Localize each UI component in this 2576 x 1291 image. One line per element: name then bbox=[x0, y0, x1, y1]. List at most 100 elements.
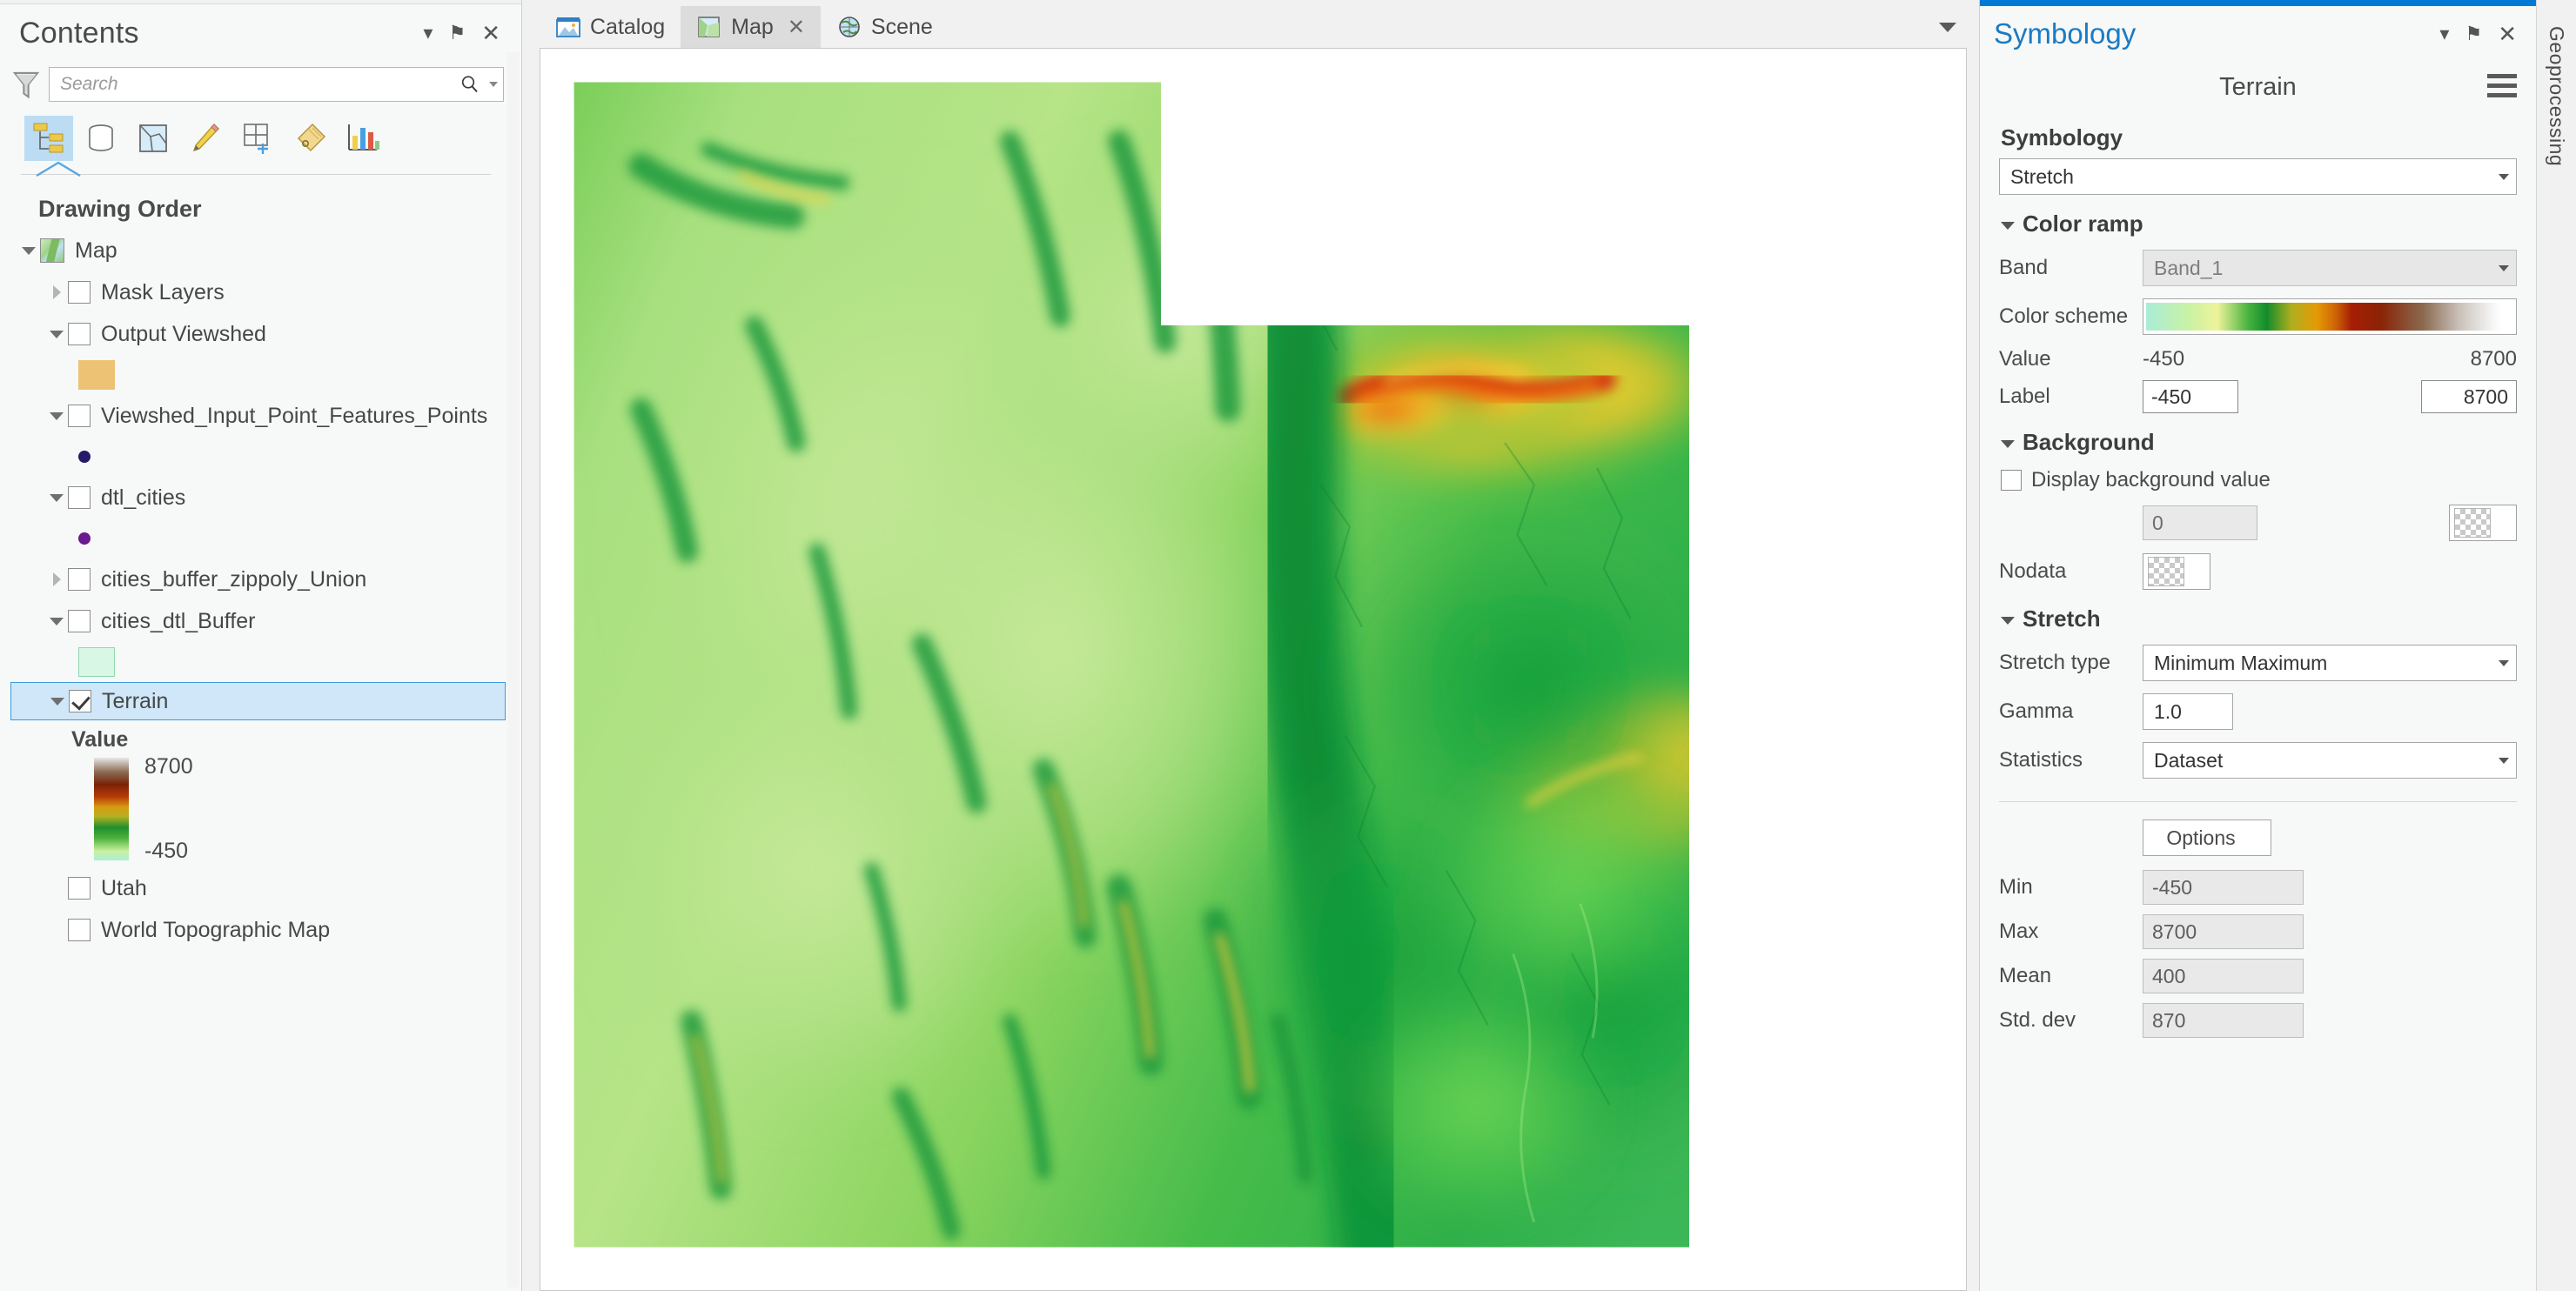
search-box[interactable] bbox=[49, 67, 504, 102]
symbology-menu-caret-icon[interactable]: ▾ bbox=[2439, 24, 2449, 43]
checkbox-terrain[interactable] bbox=[69, 690, 91, 712]
nodata-label: Nodata bbox=[1999, 559, 2067, 583]
nodata-color-picker[interactable] bbox=[2143, 553, 2210, 590]
toc-item-world-topographic-map[interactable]: World Topographic Map bbox=[10, 909, 521, 951]
expander-mask-layers[interactable] bbox=[45, 285, 68, 299]
stretch-section-header[interactable]: Stretch bbox=[2001, 605, 2517, 632]
symbology-accent-bar bbox=[1980, 0, 2536, 6]
terrain-raster-canvas[interactable] bbox=[540, 49, 1966, 1248]
gamma-input[interactable]: 1.0 bbox=[2143, 693, 2233, 730]
symbology-type-dropdown[interactable]: Stretch bbox=[1999, 158, 2517, 195]
statistics-row: Statistics Dataset bbox=[1999, 742, 2517, 779]
symbology-options-menu-icon[interactable] bbox=[2487, 74, 2517, 103]
gamma-label: Gamma bbox=[1999, 699, 2074, 723]
checkbox-output-viewshed[interactable] bbox=[68, 323, 91, 345]
toc-item-output-viewshed[interactable]: Output Viewshed bbox=[10, 313, 521, 355]
tab-map[interactable]: Map ✕ bbox=[681, 6, 821, 48]
list-by-tables-button[interactable] bbox=[233, 116, 282, 161]
checkbox-cities-buffer-zippoly-union[interactable] bbox=[68, 568, 91, 591]
legend-output-viewshed bbox=[10, 355, 521, 395]
expander-cities-dtl-buffer[interactable] bbox=[45, 617, 68, 625]
value-range-row: Value -450 8700 bbox=[1999, 347, 2517, 371]
nodata-transparent-swatch-icon bbox=[2148, 557, 2184, 586]
statistics-dropdown[interactable]: Dataset bbox=[2143, 742, 2517, 779]
tabbar-overflow-caret-icon[interactable] bbox=[1939, 23, 1956, 32]
catalog-icon bbox=[556, 17, 580, 37]
display-background-value-checkbox[interactable] bbox=[2001, 470, 2022, 491]
expander-viewshed-input-points[interactable] bbox=[45, 411, 68, 420]
tab-close-icon[interactable]: ✕ bbox=[788, 15, 805, 40]
search-options-caret-icon[interactable] bbox=[489, 82, 498, 87]
band-label: Band bbox=[1999, 256, 2049, 279]
background-value-input: 0 bbox=[2143, 505, 2257, 540]
terrain-legend-value-heading: Value bbox=[71, 727, 129, 752]
toc-item-terrain[interactable]: Terrain bbox=[10, 682, 506, 720]
color-ramp-section-header[interactable]: Color ramp bbox=[2001, 211, 2517, 237]
stretch-chevron-down-icon bbox=[2001, 617, 2015, 625]
search-input[interactable] bbox=[60, 74, 460, 95]
contents-close-icon[interactable]: ✕ bbox=[481, 22, 500, 44]
expander-terrain[interactable] bbox=[46, 697, 69, 706]
max-label: Max bbox=[1999, 920, 2039, 943]
color-scheme-dropdown[interactable] bbox=[2143, 298, 2517, 335]
checkbox-world-topographic-map[interactable] bbox=[68, 919, 91, 941]
symbology-field-label: Symbology bbox=[2001, 124, 2123, 151]
label-label: Label bbox=[1999, 385, 2050, 408]
contents-pin-icon[interactable]: ⚑ bbox=[448, 23, 466, 43]
symbology-pin-icon[interactable]: ⚑ bbox=[2465, 24, 2482, 43]
contents-scrollbar[interactable] bbox=[507, 52, 520, 1288]
toc-item-cities-buffer-zippoly-union[interactable]: cities_buffer_zippoly_Union bbox=[10, 559, 521, 600]
expander-output-viewshed[interactable] bbox=[45, 330, 68, 338]
checkbox-utah[interactable] bbox=[68, 877, 91, 900]
search-icon[interactable] bbox=[460, 74, 480, 95]
label-max-input[interactable]: 8700 bbox=[2421, 380, 2517, 413]
checkbox-mask-layers[interactable] bbox=[68, 281, 91, 304]
background-color-picker[interactable] bbox=[2449, 505, 2517, 541]
checkbox-cities-dtl-buffer[interactable] bbox=[68, 610, 91, 632]
list-by-data-source-button[interactable] bbox=[77, 116, 125, 161]
tab-scene[interactable]: Scene bbox=[821, 6, 949, 48]
filter-icon[interactable] bbox=[12, 70, 40, 99]
contents-menu-caret-icon[interactable]: ▾ bbox=[423, 23, 433, 43]
swatch-viewshed-point bbox=[78, 451, 91, 463]
toc-item-map[interactable]: Map bbox=[10, 230, 521, 271]
toc-item-cities-dtl-buffer[interactable]: cities_dtl_Buffer bbox=[10, 600, 521, 642]
contents-toolbar-underline bbox=[21, 161, 491, 180]
contents-panel-header: Contents ▾ ⚑ ✕ bbox=[0, 4, 521, 58]
tab-catalog[interactable]: Catalog bbox=[540, 6, 681, 48]
expander-map[interactable] bbox=[17, 246, 40, 255]
stretch-type-dropdown[interactable]: Minimum Maximum bbox=[2143, 645, 2517, 681]
symbology-header-buttons: ▾ ⚑ ✕ bbox=[2439, 23, 2522, 45]
display-background-value-label: Display background value bbox=[2031, 468, 2271, 492]
list-by-charts-button[interactable] bbox=[338, 116, 386, 161]
terrain-legend-min: -450 bbox=[144, 839, 189, 863]
display-background-value-row: Display background value bbox=[2001, 468, 2517, 492]
symbology-close-icon[interactable]: ✕ bbox=[2498, 23, 2517, 45]
background-section-header[interactable]: Background bbox=[2001, 429, 2517, 456]
toc-item-mask-layers[interactable]: Mask Layers bbox=[10, 271, 521, 313]
list-by-editing-button[interactable] bbox=[181, 116, 230, 161]
add-table-icon bbox=[244, 124, 268, 154]
expander-cities-buffer-zippoly-union[interactable] bbox=[45, 572, 68, 586]
legend-dtl-cities bbox=[10, 518, 521, 559]
expander-dtl-cities[interactable] bbox=[45, 493, 68, 502]
toc-item-dtl-cities[interactable]: dtl_cities bbox=[10, 477, 521, 518]
stat-row-stddev: Std. dev 870 bbox=[1999, 1003, 2517, 1038]
stretch-type-label: Stretch type bbox=[1999, 651, 2111, 674]
list-by-drawing-order-button[interactable] bbox=[24, 116, 73, 161]
toc-item-viewshed-input-points[interactable]: Viewshed_Input_Point_Features_Points bbox=[10, 395, 521, 437]
options-row: Options bbox=[1999, 819, 2517, 856]
drawing-order-heading: Drawing Order bbox=[38, 196, 202, 222]
geoprocessing-tab[interactable]: Geoprocessing bbox=[2545, 21, 2568, 1291]
toc-item-utah[interactable]: Utah bbox=[10, 867, 521, 909]
checkbox-dtl-cities[interactable] bbox=[68, 486, 91, 509]
map-view[interactable] bbox=[540, 48, 1967, 1291]
list-by-selection-button[interactable] bbox=[129, 116, 178, 161]
list-by-labeling-button[interactable] bbox=[285, 116, 334, 161]
options-button[interactable]: Options bbox=[2143, 819, 2271, 856]
symbology-title: Symbology bbox=[1994, 17, 2137, 50]
toc-label-terrain: Terrain bbox=[102, 688, 169, 713]
label-min-input[interactable]: -450 bbox=[2143, 380, 2238, 413]
stat-row-max: Max 8700 bbox=[1999, 914, 2517, 949]
checkbox-viewshed-input-points[interactable] bbox=[68, 405, 91, 427]
